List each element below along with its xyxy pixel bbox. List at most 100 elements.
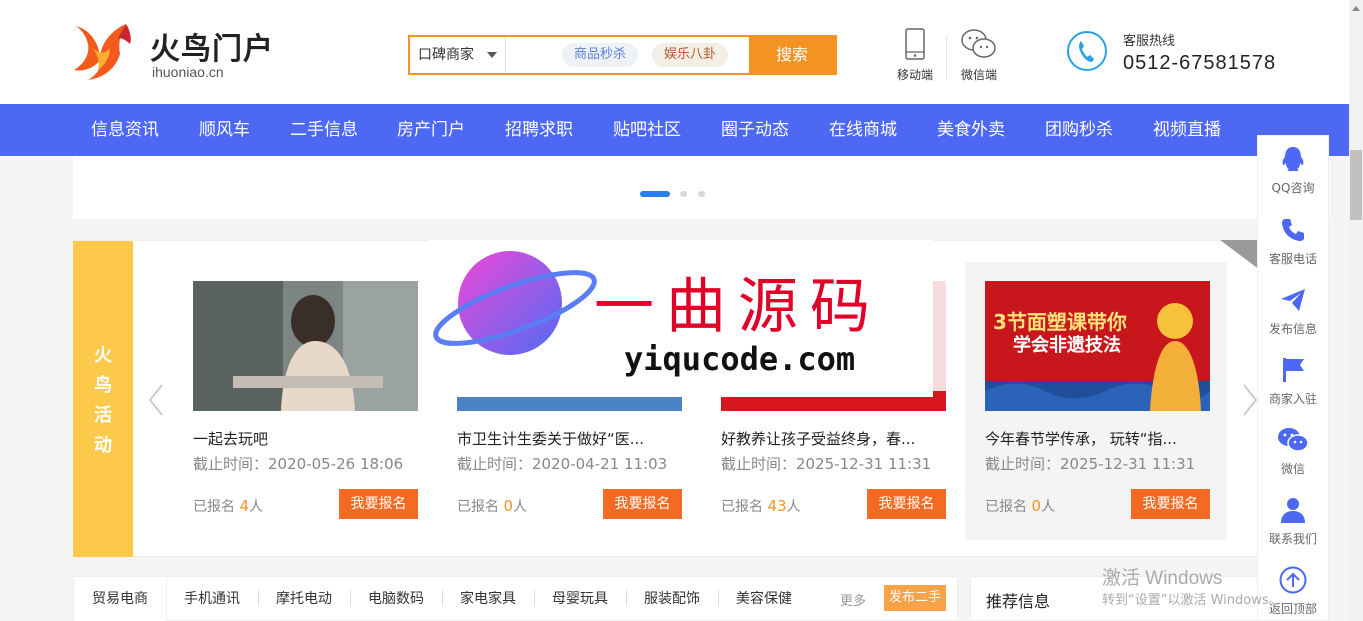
banner-slider xyxy=(73,156,1330,219)
activity-title-char: 活 xyxy=(94,405,112,426)
firebird-logo-icon xyxy=(74,24,131,80)
search-tag-gossip[interactable]: 娱乐八卦 xyxy=(652,43,729,67)
flag-icon xyxy=(1283,358,1304,382)
watermark: 一曲源码 yiqucode.com xyxy=(428,240,933,397)
nav-item-forum[interactable]: 贴吧社区 xyxy=(613,104,681,156)
tab-trade[interactable]: 贸易电商 xyxy=(74,578,167,621)
nav-item-mall[interactable]: 在线商城 xyxy=(829,104,897,156)
wechat-client-link[interactable]: 微信端 xyxy=(954,28,1004,83)
user-icon xyxy=(1281,498,1305,523)
nav-item-carpool[interactable]: 顺风车 xyxy=(199,104,250,156)
tab-separator xyxy=(718,590,719,606)
signup-button[interactable]: 我要报名 xyxy=(339,489,418,519)
windows-activation-title: 激活 Windows xyxy=(1102,568,1223,589)
mobile-client-link[interactable]: 移动端 xyxy=(890,28,940,83)
tab-clothing[interactable]: 服装配饰 xyxy=(644,578,700,621)
float-contact[interactable]: 联系我们 xyxy=(1257,496,1329,547)
tab-beauty[interactable]: 美容保健 xyxy=(736,578,792,621)
slider-dot[interactable] xyxy=(698,191,705,197)
float-qq-label: QQ咨询 xyxy=(1271,181,1315,195)
wechat-icon xyxy=(961,29,996,58)
float-wechat[interactable]: 微信 xyxy=(1257,426,1329,477)
activity-title[interactable]: 好教养让孩子受益终身，春... xyxy=(721,428,949,449)
activity-count: 已报名 43人 xyxy=(721,497,801,515)
activity-deadline: 截止时间：2020-04-21 11:03 xyxy=(457,455,668,473)
activity-deadline: 截止时间：2025-12-31 11:31 xyxy=(721,455,932,473)
tab-computer[interactable]: 电脑数码 xyxy=(368,578,424,621)
signup-button[interactable]: 我要报名 xyxy=(867,489,946,519)
activity-image[interactable]: 3节面塑课带你 学会非遗技法 xyxy=(985,281,1210,411)
hotline-label: 客服热线 xyxy=(1123,34,1176,49)
signup-button[interactable]: 我要报名 xyxy=(1131,489,1210,519)
paper-plane-icon xyxy=(1281,289,1305,311)
client-divider xyxy=(946,36,947,80)
site-logo[interactable]: 火鸟门户 ihuoniao.cn xyxy=(72,20,292,82)
site-header: 火鸟门户 ihuoniao.cn 口碑商家 商品秒杀 娱乐八卦 搜索 移动端 微… xyxy=(0,0,1349,104)
activity-count: 已报名 4人 xyxy=(193,497,263,515)
activity-image[interactable] xyxy=(193,281,418,411)
nav-item-jobs[interactable]: 招聘求职 xyxy=(505,104,573,156)
nav-item-food[interactable]: 美食外卖 xyxy=(937,104,1005,156)
scrollbar-thumb[interactable] xyxy=(1350,150,1362,220)
qq-icon xyxy=(1282,147,1304,171)
nav-item-groupbuy[interactable]: 团购秒杀 xyxy=(1045,104,1113,156)
windows-activation-sub: 转到“设置”以激活 Windows。 xyxy=(1102,593,1282,608)
hotline-number: 0512-67581578 xyxy=(1123,52,1277,74)
activity-title[interactable]: 一起去玩吧 xyxy=(193,428,421,449)
nav-item-circle[interactable]: 圈子动态 xyxy=(721,104,789,156)
mobile-client-label: 移动端 xyxy=(896,68,933,82)
activity-card[interactable]: 3节面塑课带你 学会非遗技法 今年春节学传承， 玩转“指... 截止时间：202… xyxy=(965,262,1227,540)
tab-separator xyxy=(534,590,535,606)
float-qq[interactable]: QQ咨询 xyxy=(1257,145,1329,196)
tab-separator xyxy=(350,590,351,606)
float-publish[interactable]: 发布信息 xyxy=(1257,286,1329,337)
signup-button[interactable]: 我要报名 xyxy=(603,489,682,519)
activity-count: 已报名 0人 xyxy=(457,497,527,515)
publish-secondhand-button[interactable]: 发布二手 xyxy=(884,585,946,611)
tab-baby[interactable]: 母婴玩具 xyxy=(552,578,608,621)
activity-tab: 火 鸟 活 动 xyxy=(73,241,133,557)
corner-ribbon-icon xyxy=(1220,240,1260,270)
activity-count: 已报名 0人 xyxy=(985,497,1055,515)
watermark-title: 一曲源码 xyxy=(594,272,882,342)
float-merchant-label: 商家入驻 xyxy=(1268,392,1317,406)
activity-deadline: 截止时间：2020-05-26 18:06 xyxy=(193,455,404,473)
watermark-domain: yiqucode.com xyxy=(624,340,856,378)
logo-domain: ihuoniao.cn xyxy=(152,64,224,80)
float-wechat-label: 微信 xyxy=(1280,462,1305,476)
phone-icon xyxy=(1067,31,1107,71)
more-link[interactable]: 更多 xyxy=(840,590,866,609)
activity-title[interactable]: 市卫生计生委关于做好“医... xyxy=(457,428,685,449)
wechat-icon xyxy=(1278,428,1309,452)
tab-appliance[interactable]: 家电家具 xyxy=(460,578,516,621)
search-category-select[interactable]: 口碑商家 xyxy=(410,37,506,73)
slider-dot[interactable] xyxy=(680,191,687,197)
nav-item-secondhand[interactable]: 二手信息 xyxy=(290,104,358,156)
float-publish-label: 发布信息 xyxy=(1268,322,1317,336)
activity-card[interactable]: 一起去玩吧 截止时间：2020-05-26 18:06 已报名 4人 我要报名 xyxy=(173,262,435,540)
slider-dot-active[interactable] xyxy=(640,191,670,197)
logo-name: 火鸟门户 xyxy=(150,32,274,67)
search-tag-seckill[interactable]: 商品秒杀 xyxy=(562,43,639,67)
tab-separator xyxy=(442,590,443,606)
chevron-left-icon[interactable] xyxy=(146,382,166,418)
float-phone[interactable]: 客服电话 xyxy=(1257,216,1329,267)
float-merchant[interactable]: 商家入驻 xyxy=(1257,356,1329,407)
activity-title-char: 动 xyxy=(94,435,112,456)
search-button[interactable]: 搜索 xyxy=(749,37,835,73)
nav-item-housing[interactable]: 房产门户 xyxy=(397,104,465,156)
activity-title[interactable]: 今年春节学传承， 玩转“指... xyxy=(985,428,1213,449)
nav-item-news[interactable]: 信息资讯 xyxy=(91,104,159,156)
float-phone-label: 客服电话 xyxy=(1268,252,1317,266)
scrollbar-track[interactable] xyxy=(1349,0,1363,621)
nav-item-live[interactable]: 视频直播 xyxy=(1153,104,1221,156)
recommend-title: 推荐信息 xyxy=(986,592,1051,611)
activity-title-char: 鸟 xyxy=(94,375,112,396)
float-contact-label: 联系我们 xyxy=(1268,532,1317,546)
phone-icon xyxy=(1282,219,1304,241)
activity-deadline: 截止时间：2025-12-31 11:31 xyxy=(985,455,1196,473)
tab-motorcycle[interactable]: 摩托电动 xyxy=(276,578,332,621)
scroll-up-icon[interactable] xyxy=(1350,3,1362,15)
tab-mobile[interactable]: 手机通讯 xyxy=(184,578,240,621)
planet-logo-icon xyxy=(433,251,597,355)
